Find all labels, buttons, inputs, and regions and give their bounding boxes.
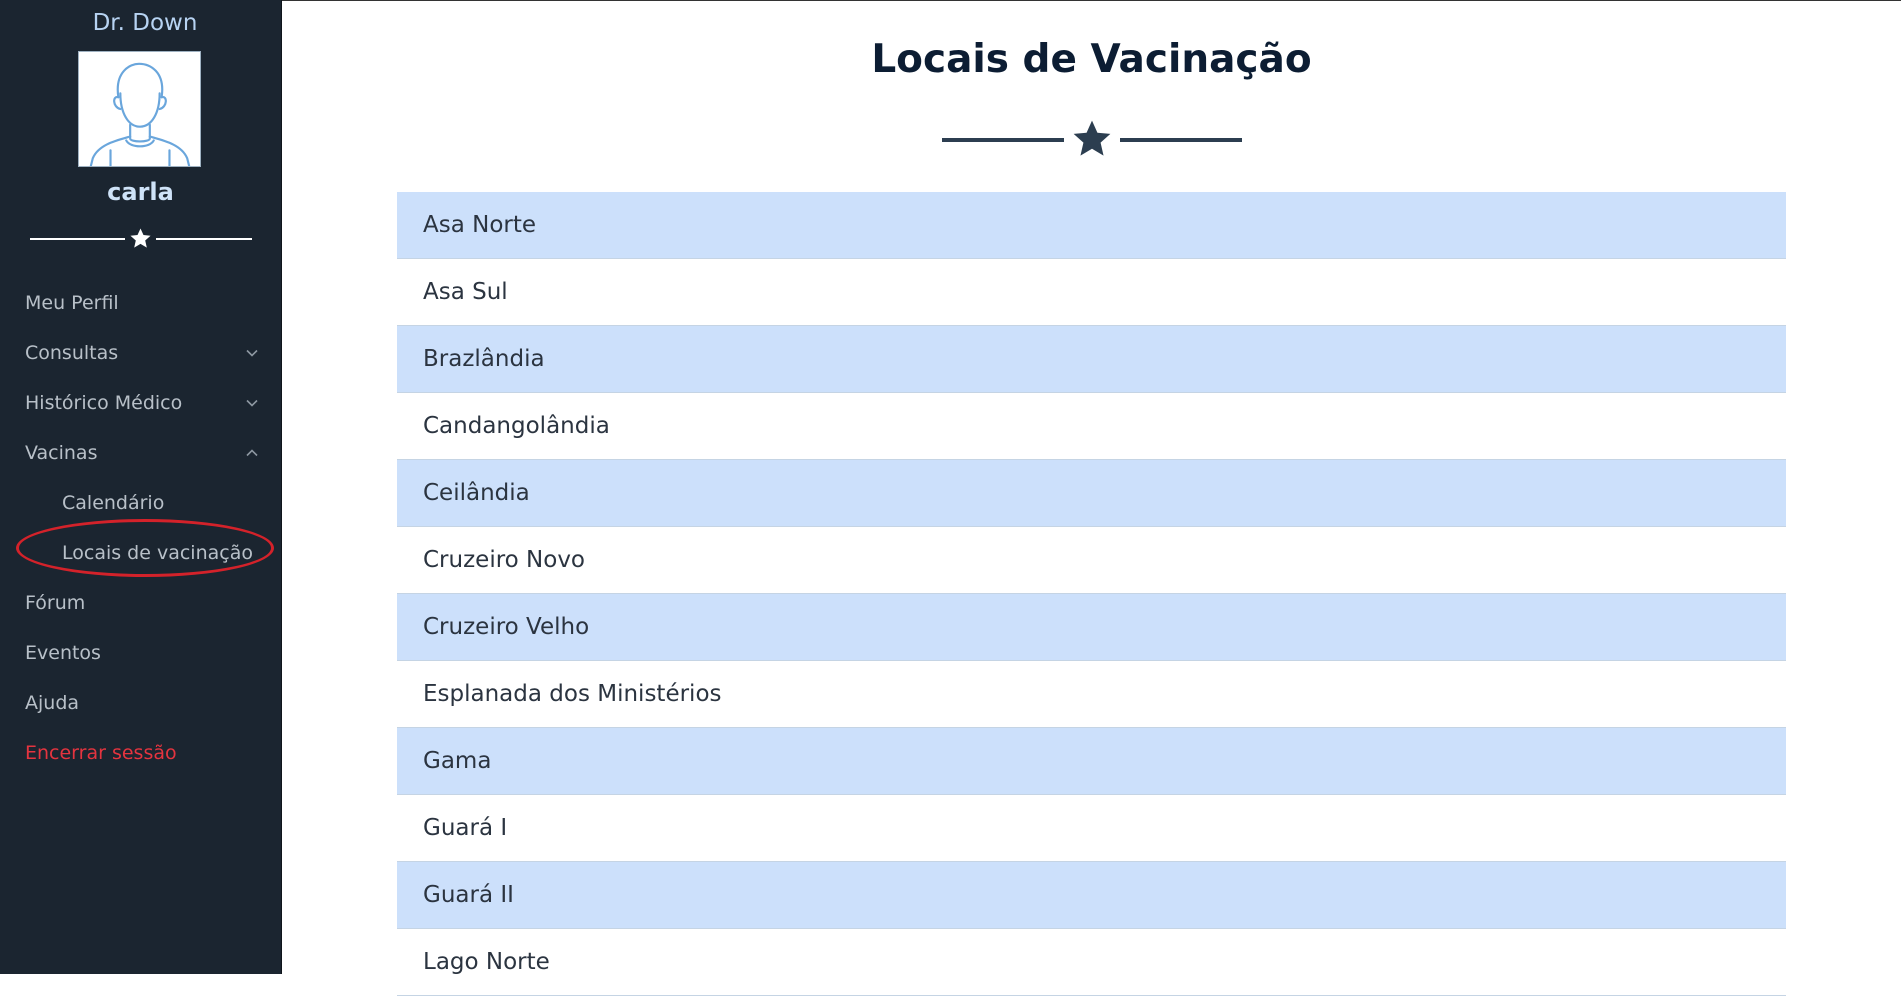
chevron-up-icon [246, 449, 258, 457]
avatar[interactable] [78, 51, 201, 167]
nav-item-vacinas[interactable]: Vacinas [0, 428, 281, 478]
list-item[interactable]: Guará II [397, 862, 1786, 929]
title-divider [942, 118, 1242, 160]
nav-item-consultas[interactable]: Consultas [0, 328, 281, 378]
chevron-down-icon [246, 349, 258, 357]
list-item[interactable]: Candangolândia [397, 393, 1786, 460]
list-item[interactable]: Cruzeiro Novo [397, 527, 1786, 594]
page-title: Locais de Vacinação [871, 37, 1312, 82]
list-item[interactable]: Ceilândia [397, 460, 1786, 527]
list-item[interactable]: Asa Sul [397, 259, 1786, 326]
nav-item-ajuda[interactable]: Ajuda [0, 678, 281, 728]
username: carla [107, 178, 174, 206]
main-content: Locais de Vacinação Asa Norte Asa Sul Br… [282, 0, 1901, 996]
nav-item-label: Vacinas [25, 442, 98, 464]
list-item[interactable]: Asa Norte [397, 192, 1786, 259]
chevron-down-icon [246, 399, 258, 407]
divider-line [156, 238, 252, 240]
brand-name[interactable]: Dr. Down [0, 10, 290, 36]
nav-item-eventos[interactable]: Eventos [0, 628, 281, 678]
nav-item-label: Histórico Médico [25, 392, 183, 414]
list-item[interactable]: Brazlândia [397, 326, 1786, 393]
divider-line [1120, 138, 1242, 142]
list-item[interactable]: Cruzeiro Velho [397, 594, 1786, 661]
nav-subitem-locais-de-vacinacao[interactable]: Locais de vacinação [0, 528, 281, 578]
vaccination-locations-list: Asa Norte Asa Sul Brazlândia Candangolân… [397, 192, 1786, 996]
divider-line [942, 138, 1064, 142]
sidebar-divider [30, 227, 252, 251]
sidebar-nav: Meu Perfil Consultas Histórico Médico Va… [0, 278, 281, 778]
nav-item-label: Consultas [25, 342, 119, 364]
nav-subitem-calendario[interactable]: Calendário [0, 478, 281, 528]
list-item[interactable]: Lago Norte [397, 929, 1786, 996]
divider-line [30, 238, 125, 240]
star-icon [1073, 120, 1111, 156]
user-avatar-icon [89, 62, 191, 166]
nav-item-forum[interactable]: Fórum [0, 578, 281, 628]
nav-item-meu-perfil[interactable]: Meu Perfil [0, 278, 281, 328]
list-item[interactable]: Esplanada dos Ministérios [397, 661, 1786, 728]
star-icon [130, 228, 151, 248]
list-item[interactable]: Gama [397, 728, 1786, 795]
nav-item-historico-medico[interactable]: Histórico Médico [0, 378, 281, 428]
sidebar: Dr. Down carla Meu Perfil Consultas Hist… [0, 0, 282, 974]
logout-link[interactable]: Encerrar sessão [0, 728, 281, 778]
list-item[interactable]: Guará I [397, 795, 1786, 862]
